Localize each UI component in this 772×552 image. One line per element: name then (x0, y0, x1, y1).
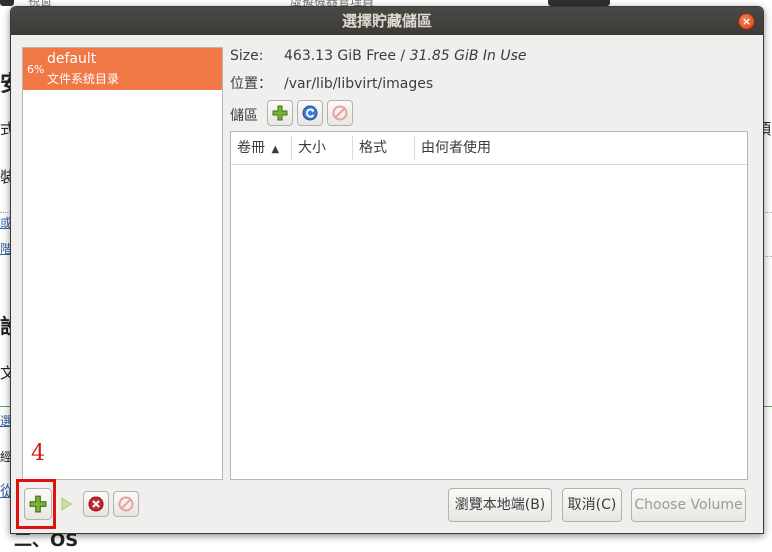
sort-ascending-icon: ▲ (271, 144, 280, 155)
background-divider (0, 406, 10, 407)
dialog-title: 選擇貯藏儲區 (341, 12, 432, 30)
pool-item-default[interactable]: 6% default 文件系统目录 (23, 48, 222, 90)
pool-type: 文件系统目录 (47, 72, 120, 86)
size-in-use: 31.85 GiB In Use (409, 48, 527, 64)
column-volume-label: 卷冊 (237, 140, 265, 156)
plus-icon (272, 105, 288, 121)
choose-storage-volume-dialog: 選擇貯藏儲區 × 6% default 文件系统目录 Size: 463.13 G… (10, 6, 764, 534)
annotation-step-number: 4 (31, 441, 45, 466)
browse-local-button[interactable]: 瀏覽本地端(B) (448, 488, 552, 522)
pool-size-row: Size: 463.13 GiB Free / 31.85 GiB In Use (230, 48, 527, 64)
annotation-highlight-box (16, 479, 56, 529)
column-header-used-by[interactable]: 由何者使用 (415, 132, 615, 164)
delete-pool-button[interactable] (113, 491, 139, 517)
stop-icon (88, 496, 104, 512)
delete-volume-button[interactable] (327, 100, 353, 126)
close-button[interactable]: × (738, 13, 755, 30)
background-divider (0, 212, 10, 213)
storage-pool-list[interactable]: 6% default 文件系统目录 (22, 47, 223, 480)
volumes-label: 儲區 (230, 108, 258, 124)
column-size-label: 大小 (298, 140, 326, 156)
location-value: /var/lib/libvirt/images (284, 76, 434, 92)
start-pool-button[interactable] (53, 491, 79, 517)
delete-icon (118, 496, 134, 512)
refresh-volumes-button[interactable] (297, 100, 323, 126)
column-header-volume[interactable]: 卷冊 ▲ (231, 132, 291, 164)
volume-table[interactable]: 卷冊 ▲ 大小 格式 由何者使用 (230, 131, 748, 480)
pool-usage-percent: 6% (27, 63, 45, 76)
dialog-title-bar: 選擇貯藏儲區 × (11, 7, 763, 35)
play-icon (61, 497, 72, 511)
column-header-format[interactable]: 格式 (353, 132, 413, 164)
stop-pool-button[interactable] (83, 491, 109, 517)
column-header-size[interactable]: 大小 (292, 132, 352, 164)
column-format-label: 格式 (359, 140, 387, 156)
column-used-by-label: 由何者使用 (421, 140, 491, 156)
close-icon: × (741, 15, 752, 28)
pool-name: default (47, 51, 97, 67)
size-label: Size: (230, 48, 264, 64)
refresh-icon (302, 105, 318, 121)
location-label: 位置： (230, 76, 272, 92)
choose-volume-button[interactable]: Choose Volume (631, 488, 746, 522)
top-bar-segment (0, 0, 14, 6)
add-volume-button[interactable] (267, 100, 293, 126)
volume-table-header: 卷冊 ▲ 大小 格式 由何者使用 (231, 132, 747, 165)
pool-location-row: 位置： /var/lib/libvirt/images (230, 73, 433, 93)
cancel-button[interactable]: 取消(C) (562, 488, 622, 522)
size-free: 463.13 GiB Free / (284, 48, 410, 64)
delete-icon (332, 105, 348, 121)
